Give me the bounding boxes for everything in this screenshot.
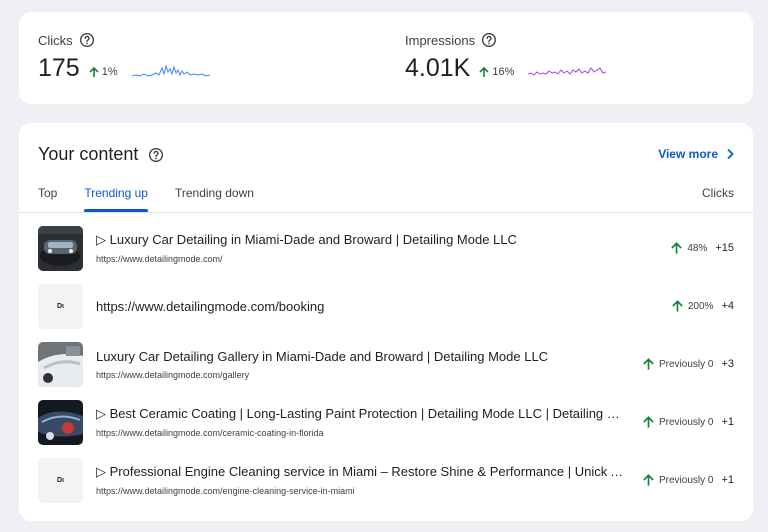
arrow-up-icon <box>89 66 99 77</box>
row-change: 48% <box>687 242 708 254</box>
clicks-label: Clicks <box>38 32 73 48</box>
clicks-stat[interactable]: Clicks 175 1% <box>38 32 210 82</box>
logo-thumbnail: Dı <box>38 283 83 329</box>
section-title: Your content <box>38 144 139 164</box>
logo-thumbnail: Dı <box>38 457 83 503</box>
car-photo-thumbnail <box>38 341 83 387</box>
site-logo-text: Dı <box>57 476 64 484</box>
content-row[interactable]: Dı https://www.detailingmode.com/booking… <box>19 277 753 335</box>
content-tabs: Top Trending up Trending down <box>38 186 281 212</box>
clicks-column-header: Clicks <box>702 186 734 200</box>
impressions-value: 4.01K <box>405 54 471 82</box>
performance-summary-card: Clicks 175 1% Impressions 4.01K 16% <box>19 12 753 104</box>
help-icon[interactable] <box>79 32 95 48</box>
car-photo-thumbnail <box>38 399 83 445</box>
arrow-up-icon <box>643 474 654 486</box>
row-metric: Previously 0 +1 <box>642 473 734 487</box>
arrow-up-icon <box>479 66 489 77</box>
view-more-label: View more <box>658 147 718 161</box>
clicks-sparkline <box>131 64 210 77</box>
row-url: https://www.detailingmode.com/gallery <box>96 369 250 380</box>
row-delta: +3 <box>721 358 734 370</box>
divider <box>19 212 753 213</box>
row-title: Luxury Car Detailing Gallery in Miami-Da… <box>96 348 549 364</box>
arrow-up-icon <box>672 300 683 312</box>
impressions-change-value: 16% <box>492 66 515 78</box>
row-url: https://www.detailingmode.com/engine-cle… <box>96 486 355 496</box>
content-row[interactable]: ▷ Luxury Car Detailing in Miami-Dade and… <box>19 219 753 277</box>
clicks-change-value: 1% <box>101 66 118 78</box>
impressions-change: 16% <box>478 66 514 78</box>
chevron-right-icon <box>727 148 734 160</box>
row-change: Previously 0 <box>658 416 714 428</box>
content-row[interactable]: ▷ Best Ceramic Coating | Long-Lasting Pa… <box>19 393 753 451</box>
row-change: 200% <box>687 300 714 312</box>
impressions-stat[interactable]: Impressions 4.01K 16% <box>405 32 607 82</box>
help-icon[interactable] <box>481 32 497 48</box>
row-change: Previously 0 <box>658 474 714 486</box>
impressions-label: Impressions <box>405 32 476 48</box>
row-change: Previously 0 <box>658 358 714 370</box>
arrow-up-icon <box>643 416 654 428</box>
row-delta: +4 <box>721 300 734 312</box>
content-row[interactable]: Luxury Car Detailing Gallery in Miami-Da… <box>19 335 753 393</box>
clicks-change: 1% <box>88 66 118 78</box>
help-icon[interactable] <box>148 147 164 163</box>
row-metric: 48% +15 <box>670 241 734 255</box>
tab-trending-down[interactable]: Trending down <box>175 186 254 212</box>
row-title: ▷ Best Ceramic Coating | Long-Lasting Pa… <box>96 406 626 421</box>
tab-top[interactable]: Top <box>38 186 57 212</box>
your-content-card: Your content View more Top Trending up T… <box>19 123 753 521</box>
row-delta: +1 <box>721 416 734 428</box>
row-metric: 200% +4 <box>671 299 734 313</box>
row-delta: +1 <box>721 474 734 486</box>
row-url: https://www.detailingmode.com/ceramic-co… <box>96 428 324 438</box>
row-title: ▷ Luxury Car Detailing in Miami-Dade and… <box>96 232 517 247</box>
row-delta: +15 <box>715 242 734 254</box>
view-more-link[interactable]: View more <box>658 147 734 161</box>
car-photo-thumbnail <box>38 225 83 271</box>
arrow-up-icon <box>643 358 654 370</box>
tab-trending-up[interactable]: Trending up <box>84 186 148 212</box>
row-title: https://www.detailingmode.com/booking <box>96 298 325 314</box>
row-metric: Previously 0 +1 <box>642 415 734 429</box>
clicks-value: 175 <box>38 54 80 82</box>
impressions-sparkline <box>528 67 607 76</box>
row-metric: Previously 0 +3 <box>642 357 734 371</box>
row-url: https://www.detailingmode.com/ <box>96 254 223 264</box>
site-logo-text: Dı <box>57 302 64 310</box>
row-title: ▷ Professional Engine Cleaning service i… <box>96 464 626 479</box>
arrow-up-icon <box>671 242 683 254</box>
content-row[interactable]: Dı ▷ Professional Engine Cleaning servic… <box>19 451 753 509</box>
